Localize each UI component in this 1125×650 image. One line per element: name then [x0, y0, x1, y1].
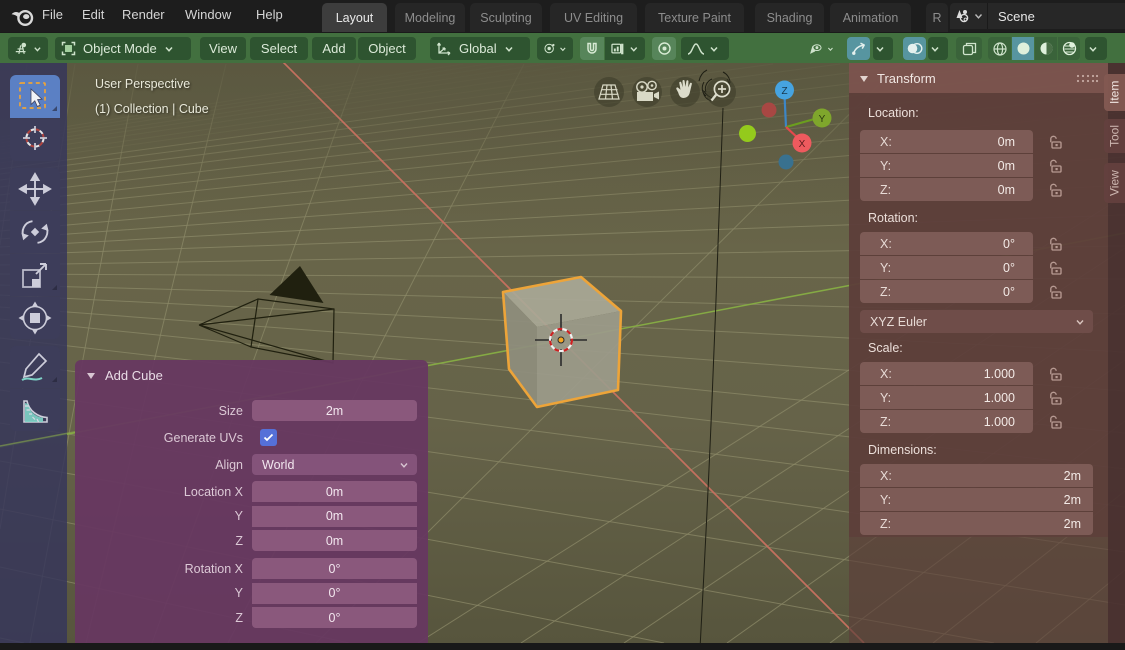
svg-text:X: X — [799, 139, 806, 150]
svg-text:Y: Y — [819, 114, 826, 125]
svg-text:Z: Z — [781, 86, 787, 97]
